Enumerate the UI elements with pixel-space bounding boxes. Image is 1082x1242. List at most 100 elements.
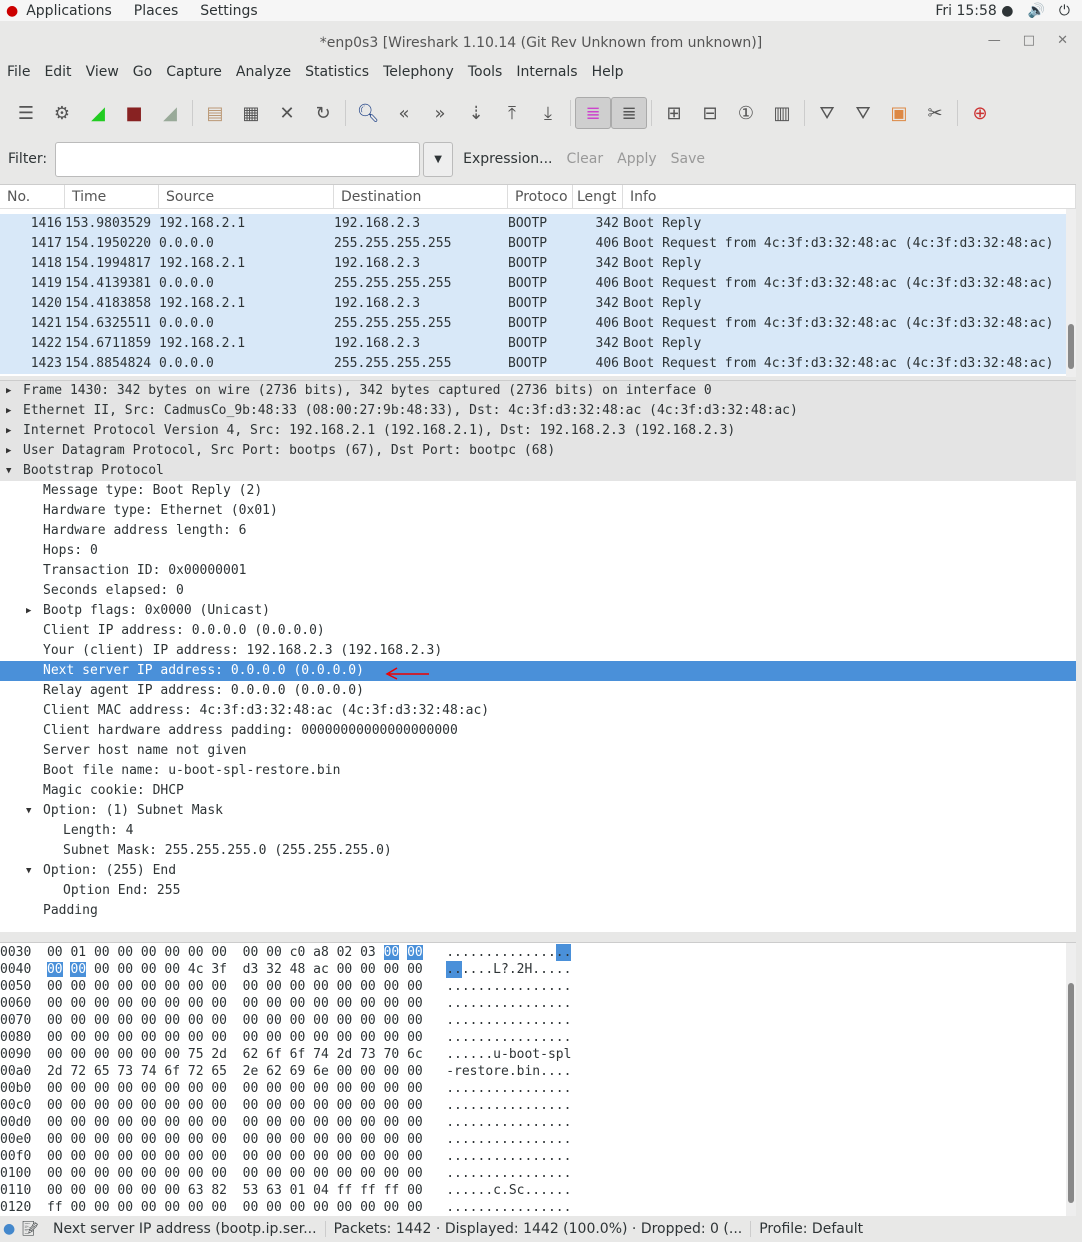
menu-statistics[interactable]: Statistics <box>298 64 376 88</box>
hex-row[interactable]: 0060 00 00 00 00 00 00 00 00 00 00 00 00… <box>0 995 1076 1012</box>
hex-row[interactable]: 00f0 00 00 00 00 00 00 00 00 00 00 00 00… <box>0 1148 1076 1165</box>
column-no[interactable]: No. <box>0 185 65 208</box>
capture-options-icon[interactable]: ⚙ <box>44 97 80 129</box>
filter-dropdown-button[interactable]: ▼ <box>423 141 454 177</box>
menu-capture[interactable]: Capture <box>159 64 229 88</box>
filter-input[interactable] <box>55 141 421 177</box>
go-first-icon[interactable]: ⤒ <box>494 97 530 129</box>
menu-view[interactable]: View <box>79 64 126 88</box>
close-button[interactable]: ✕ <box>1057 33 1068 48</box>
menu-telephony[interactable]: Telephony <box>376 64 461 88</box>
hex-row[interactable]: 0040 00 00 00 00 00 00 4c 3f d3 32 48 ac… <box>0 961 1076 978</box>
packet-row[interactable]: 1416 153.9803529 192.168.2.1 192.168.2.3 BOO… <box>0 214 1076 234</box>
collapsed-triangle-icon[interactable]: ▶ <box>26 601 31 621</box>
resize-columns-icon[interactable]: ▥ <box>764 97 800 129</box>
reload-icon[interactable]: ↻ <box>305 97 341 129</box>
detail-row[interactable]: Your (client) IP address: 192.168.2.3 (1… <box>0 641 1076 661</box>
detail-row[interactable]: ▶ User Datagram Protocol, Src Port: bootp… <box>0 441 1076 461</box>
menu-internals[interactable]: Internals <box>509 64 584 88</box>
hex-row[interactable]: 00d0 00 00 00 00 00 00 00 00 00 00 00 00… <box>0 1114 1076 1131</box>
open-file-icon[interactable]: ▤ <box>197 97 233 129</box>
help-icon[interactable]: ⊕ <box>962 97 998 129</box>
detail-row[interactable]: Server host name not given <box>0 741 1076 761</box>
expanded-triangle-icon[interactable]: ▼ <box>26 861 31 881</box>
zoom-out-icon[interactable]: ⊟ <box>692 97 728 129</box>
detail-row[interactable]: Option End: 255 <box>0 881 1076 901</box>
collapsed-triangle-icon[interactable]: ▶ <box>6 421 11 441</box>
column-source[interactable]: Source <box>159 185 334 208</box>
collapsed-triangle-icon[interactable]: ▶ <box>6 441 11 461</box>
packet-row[interactable]: 1423 154.8854824 0.0.0.0 255.255.255.255 BOO… <box>0 354 1076 374</box>
packet-row[interactable]: 1418 154.1994817 192.168.2.1 192.168.2.3 BOO… <box>0 254 1076 274</box>
column-destination[interactable]: Destination <box>334 185 508 208</box>
detail-row[interactable]: Subnet Mask: 255.255.255.0 (255.255.255.… <box>0 841 1076 861</box>
menu-edit[interactable]: Edit <box>37 64 78 88</box>
menu-go[interactable]: Go <box>126 64 159 88</box>
hex-row[interactable]: 00b0 00 00 00 00 00 00 00 00 00 00 00 00… <box>0 1080 1076 1097</box>
packet-row[interactable]: 1420 154.4183858 192.168.2.1 192.168.2.3 BOO… <box>0 294 1076 314</box>
comment-icon[interactable]: 📝︎ <box>21 1221 39 1237</box>
go-forward-icon[interactable]: » <box>422 97 458 129</box>
detail-row[interactable]: Length: 4 <box>0 821 1076 841</box>
go-to-packet-icon[interactable]: ⇣ <box>458 97 494 129</box>
expanded-triangle-icon[interactable]: ▼ <box>26 801 31 821</box>
preferences-icon[interactable]: ✂ <box>917 97 953 129</box>
hex-row[interactable]: 0080 00 00 00 00 00 00 00 00 00 00 00 00… <box>0 1029 1076 1046</box>
detail-row[interactable]: Client MAC address: 4c:3f:d3:32:48:ac (4… <box>0 701 1076 721</box>
volume-icon[interactable]: 🔊 <box>1027 3 1044 19</box>
places-menu[interactable]: Places <box>134 3 179 19</box>
save-button[interactable]: Save <box>671 151 705 167</box>
clock[interactable]: Fri 15:58 ● <box>935 3 1013 19</box>
packet-row[interactable]: 1419 154.4139381 0.0.0.0 255.255.255.255 BOO… <box>0 274 1076 294</box>
packet-list-scrollbar[interactable] <box>1066 209 1076 377</box>
column-protocol[interactable]: Protoco <box>508 185 573 208</box>
detail-row[interactable]: Hardware address length: 6 <box>0 521 1076 541</box>
coloring-rules-icon[interactable]: ▣ <box>881 97 917 129</box>
detail-row[interactable]: Hops: 0 <box>0 541 1076 561</box>
interfaces-icon[interactable]: ☰ <box>8 97 44 129</box>
detail-row[interactable]: ▶ Internet Protocol Version 4, Src: 192.1… <box>0 421 1076 441</box>
hex-row[interactable]: 0110 00 00 00 00 00 00 63 82 53 63 01 04… <box>0 1182 1076 1199</box>
settings-menu[interactable]: Settings <box>200 3 257 19</box>
hex-row[interactable]: 0120 ff 00 00 00 00 00 00 00 00 00 00 00… <box>0 1199 1076 1216</box>
capture-filters-icon[interactable]: ⛛ <box>809 97 845 129</box>
detail-row[interactable]: Padding <box>0 901 1076 921</box>
hex-row[interactable]: 0030 00 01 00 00 00 00 00 00 00 00 c0 a8… <box>0 944 1076 961</box>
normal-size-icon[interactable]: ① <box>728 97 764 129</box>
detail-row[interactable]: Message type: Boot Reply (2) <box>0 481 1076 501</box>
expanded-triangle-icon[interactable]: ▼ <box>6 461 11 481</box>
colorize-icon[interactable]: ≣ <box>575 97 611 129</box>
auto-scroll-icon[interactable]: ≣ <box>611 97 647 129</box>
menu-analyze[interactable]: Analyze <box>229 64 298 88</box>
detail-row[interactable]: Seconds elapsed: 0 <box>0 581 1076 601</box>
detail-row[interactable]: Boot file name: u-boot-spl-restore.bin <box>0 761 1076 781</box>
bytes-scrollbar[interactable] <box>1066 943 1076 1216</box>
save-file-icon[interactable]: ▦ <box>233 97 269 129</box>
zoom-in-icon[interactable]: ⊞ <box>656 97 692 129</box>
menu-help[interactable]: Help <box>585 64 631 88</box>
detail-row[interactable]: Magic cookie: DHCP <box>0 781 1076 801</box>
minimize-button[interactable]: — <box>988 33 1001 48</box>
detail-row[interactable]: Next server IP address: 0.0.0.0 (0.0.0.0… <box>0 661 1076 681</box>
hex-row[interactable]: 00a0 2d 72 65 73 74 6f 72 65 2e 62 69 6e… <box>0 1063 1076 1080</box>
packet-row[interactable]: 1421 154.6325511 0.0.0.0 255.255.255.255 BOO… <box>0 314 1076 334</box>
hex-row[interactable]: 0050 00 00 00 00 00 00 00 00 00 00 00 00… <box>0 978 1076 995</box>
packet-row[interactable]: 1422 154.6711859 192.168.2.1 192.168.2.3 BOO… <box>0 334 1076 354</box>
collapsed-triangle-icon[interactable]: ▶ <box>6 401 11 421</box>
column-info[interactable]: Info <box>623 185 1076 208</box>
hex-row[interactable]: 0100 00 00 00 00 00 00 00 00 00 00 00 00… <box>0 1165 1076 1182</box>
power-icon[interactable]: ⏻ <box>1059 3 1070 19</box>
detail-row[interactable]: ▼ Option: (1) Subnet Mask <box>0 801 1076 821</box>
column-time[interactable]: Time <box>65 185 159 208</box>
detail-row[interactable]: ▶ Ethernet II, Src: CadmusCo_9b:48:33 (08… <box>0 401 1076 421</box>
expression-button[interactable]: Expression... <box>463 151 552 167</box>
find-packet-icon[interactable]: 🔍︎ <box>350 97 386 129</box>
go-last-icon[interactable]: ⤓ <box>530 97 566 129</box>
close-file-icon[interactable]: ✕ <box>269 97 305 129</box>
detail-row[interactable]: Client hardware address padding: 0000000… <box>0 721 1076 741</box>
restart-capture-icon[interactable]: ◢ <box>152 97 188 129</box>
detail-row[interactable]: ▶ Frame 1430: 342 bytes on wire (2736 bit… <box>0 381 1076 401</box>
maximize-button[interactable]: □ <box>1023 33 1035 48</box>
start-capture-icon[interactable]: ◢ <box>80 97 116 129</box>
stop-capture-icon[interactable]: ■ <box>116 97 152 129</box>
